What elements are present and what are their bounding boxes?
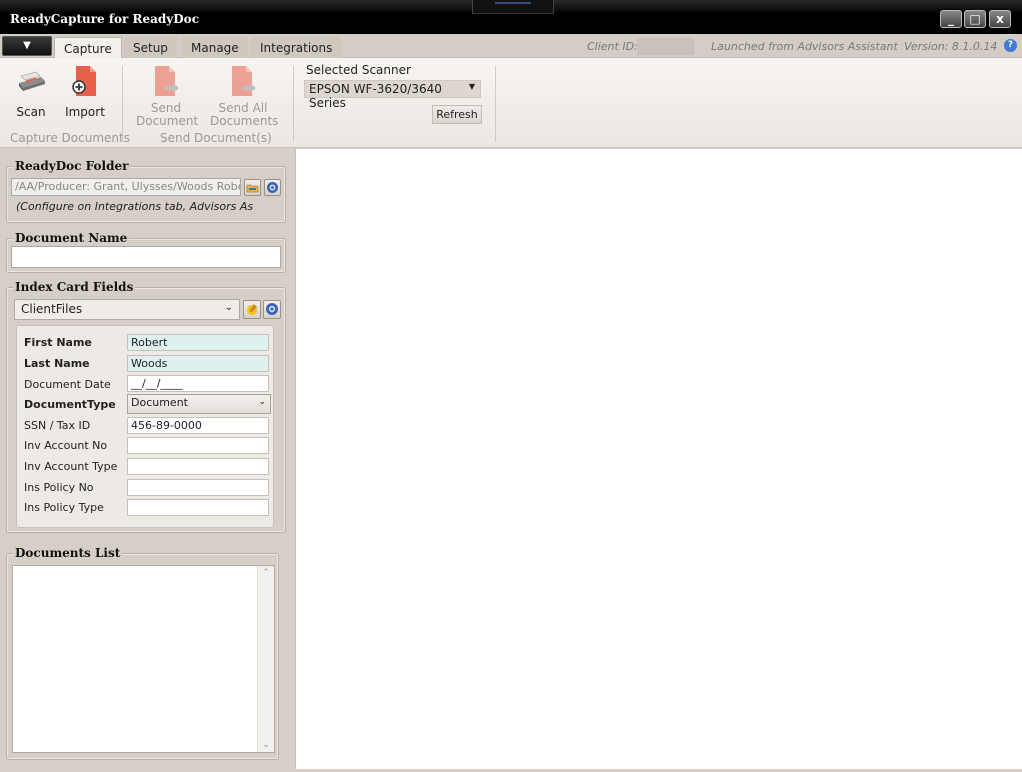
document-name-input[interactable] <box>11 246 281 268</box>
document-name-heading: Document Name <box>13 231 130 245</box>
field-label-inv-account-no: Inv Account No <box>24 439 108 452</box>
import-label: Import <box>65 105 105 119</box>
send-document-button[interactable]: Send Document <box>136 66 199 128</box>
field-label-ins-policy-no: Ins Policy No <box>24 481 94 494</box>
chevron-down-icon: ▼ <box>23 40 31 51</box>
document-type-value: Document <box>131 396 188 409</box>
scan-button[interactable]: Scan <box>12 66 50 119</box>
ribbon: Scan Import Capture Documents Send Docum… <box>0 58 1022 148</box>
index-template-settings-button[interactable] <box>263 300 281 319</box>
inv-account-no-input[interactable] <box>127 437 269 454</box>
launched-from-text: Launched from Advisors Assistant <box>711 40 898 53</box>
index-template-select[interactable]: ClientFiles ⌄ <box>14 299 240 320</box>
send-all-documents-button[interactable]: Send All Documents <box>210 66 279 128</box>
scan-label: Scan <box>16 105 46 119</box>
app-menu-button[interactable]: ▼ <box>2 36 52 56</box>
readydoc-folder-path: /AA/Producer: Grant, Ulysses/Woods Rober… <box>11 178 241 196</box>
field-label-document-date: Document Date <box>24 378 111 391</box>
scroll-down-icon[interactable]: ⌄ <box>258 740 274 750</box>
close-button[interactable]: x <box>989 10 1011 28</box>
dropdown-arrow-icon: ▼ <box>468 82 475 91</box>
scanner-select[interactable]: EPSON WF-3620/3640 Series ▼ <box>304 80 481 110</box>
index-card-heading: Index Card Fields <box>13 280 136 294</box>
title-grip[interactable] <box>472 0 554 14</box>
tab-capture[interactable]: Capture <box>54 37 122 58</box>
client-id-label: Client ID: <box>587 40 638 53</box>
capture-group-label: Capture Documents <box>10 131 130 145</box>
tab-setup[interactable]: Setup <box>124 37 177 58</box>
tab-strip: ▼ Capture Setup Manage Integrations Clie… <box>0 34 1022 58</box>
maximize-button[interactable]: □ <box>964 10 986 28</box>
ins-policy-no-input[interactable] <box>127 479 269 496</box>
inv-account-type-input[interactable] <box>127 458 269 475</box>
field-label-first-name: First Name <box>24 336 92 349</box>
send-all-label-2: Documents <box>210 114 279 128</box>
scanner-icon <box>16 66 46 96</box>
document-date-input[interactable]: __/__/____ <box>127 375 269 392</box>
window-title: ReadyCapture for ReadyDoc <box>10 12 199 26</box>
index-template-value: ClientFiles <box>21 302 83 316</box>
folder-icon <box>246 184 259 193</box>
import-button[interactable]: Import <box>64 66 106 119</box>
ssn-input[interactable]: 456-89-0000 <box>127 417 269 434</box>
gear-icon <box>266 303 278 315</box>
readydoc-folder-heading: ReadyDoc Folder <box>13 159 131 173</box>
send-document-label-2: Document <box>136 114 199 128</box>
scroll-up-icon[interactable]: ⌃ <box>258 568 274 578</box>
documents-list-scrollbar[interactable]: ⌃ ⌄ <box>257 566 274 752</box>
first-name-input[interactable]: Robert <box>127 334 269 351</box>
folder-config-note: (Configure on Integrations tab, Advisors… <box>16 200 254 213</box>
folder-settings-button[interactable] <box>264 179 281 196</box>
index-template-edit-button[interactable] <box>243 300 261 319</box>
field-label-inv-account-type: Inv Account Type <box>24 460 118 473</box>
version-text: Version: 8.1.0.14 <box>904 40 998 53</box>
send-group-label: Send Document(s) <box>160 131 272 145</box>
documents-list[interactable]: ⌃ ⌄ <box>12 565 275 753</box>
tab-integrations[interactable]: Integrations <box>251 37 342 58</box>
last-name-input[interactable]: Woods <box>127 355 269 372</box>
group-separator <box>122 66 123 142</box>
minimize-button[interactable]: _ <box>940 10 962 28</box>
tab-manage[interactable]: Manage <box>182 37 248 58</box>
field-label-ssn: SSN / Tax ID <box>24 419 91 432</box>
import-document-icon <box>72 66 98 96</box>
left-panel: ReadyDoc Folder /AA/Producer: Grant, Uly… <box>0 149 291 772</box>
refresh-button[interactable]: Refresh <box>432 105 482 124</box>
folder-browse-button[interactable] <box>244 179 261 196</box>
send-document-icon <box>153 66 179 96</box>
ins-policy-type-input[interactable] <box>127 499 269 516</box>
field-label-last-name: Last Name <box>24 357 90 370</box>
group-separator <box>495 66 496 142</box>
help-icon[interactable]: ? <box>1004 39 1017 52</box>
field-label-ins-policy-type: Ins Policy Type <box>24 501 104 514</box>
chevron-down-icon: ⌄ <box>258 397 266 407</box>
title-bar: ReadyCapture for ReadyDoc _ □ x <box>0 0 1022 34</box>
edit-template-icon <box>247 304 257 315</box>
scanner-select-value: EPSON WF-3620/3640 Series <box>309 82 442 110</box>
client-id-value <box>637 38 694 55</box>
send-all-documents-icon <box>230 66 256 96</box>
field-label-document-type: DocumentType <box>24 398 116 411</box>
gear-icon <box>267 182 278 193</box>
chevron-down-icon: ⌄ <box>224 302 233 313</box>
documents-list-heading: Documents List <box>13 546 123 560</box>
document-type-select[interactable]: Document ⌄ <box>127 394 271 414</box>
group-separator <box>293 66 294 142</box>
document-preview-pane[interactable] <box>295 149 1022 769</box>
selected-scanner-label: Selected Scanner <box>306 63 411 77</box>
